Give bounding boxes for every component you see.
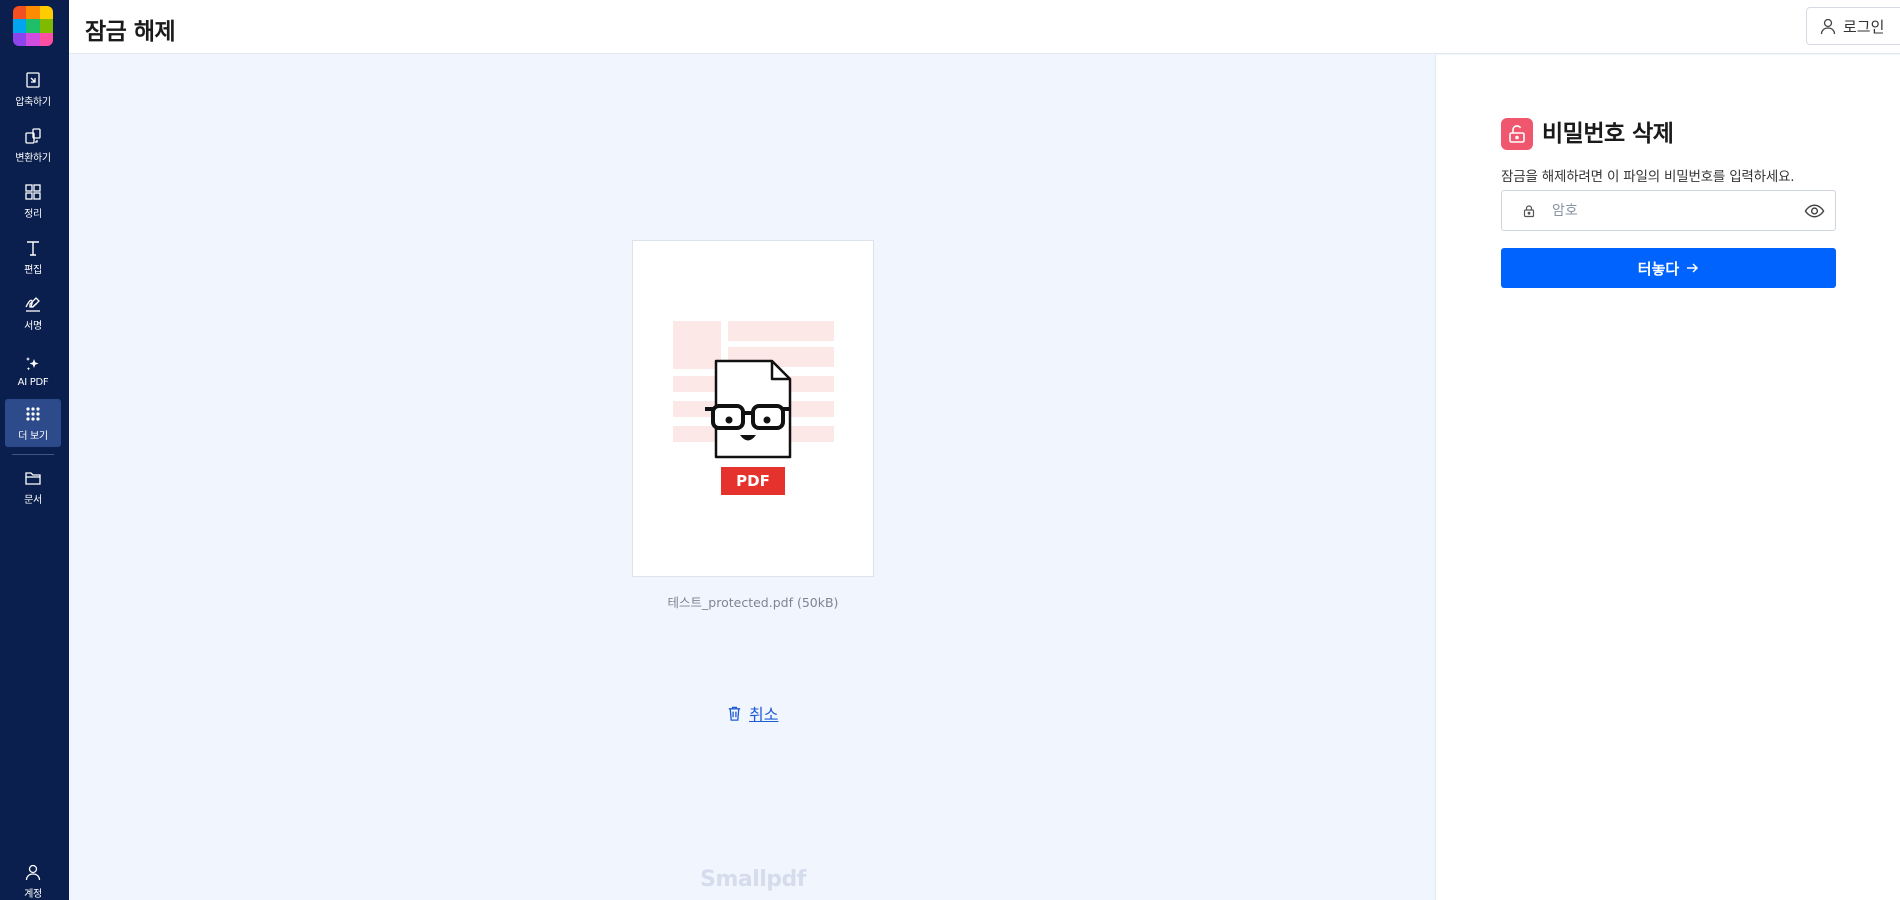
sidebar-item-organize[interactable]: 정리 (5, 177, 61, 225)
cancel-button[interactable]: 취소 (726, 701, 778, 725)
sidebar: 압축하기 변환하기 정리 편집 서명 AI PDF 더 보기 문서 계정 (0, 0, 69, 900)
login-button[interactable]: 로그인 (1806, 7, 1900, 45)
sidebar-item-label: AI PDF (17, 377, 49, 388)
sidebar-item-ai-pdf[interactable]: AI PDF (5, 345, 61, 393)
user-icon (1820, 18, 1836, 35)
signature-icon (25, 297, 40, 312)
brand-watermark: Smallpdf (700, 867, 806, 892)
pdf-file-illustration (673, 321, 834, 459)
compress-icon (26, 72, 40, 88)
unlock-panel: 비밀번호 삭제 잠금을 해제하려면 이 파일의 비밀번호를 입력하세요. 터놓다 (1435, 55, 1900, 900)
password-field (1501, 190, 1836, 231)
page-title: 잠금 해제 (85, 19, 176, 45)
sidebar-item-label: 정리 (24, 209, 42, 220)
sidebar-item-compress[interactable]: 압축하기 (5, 65, 61, 113)
file-preview-card: PDF (632, 240, 874, 577)
account-icon (25, 864, 41, 881)
file-workspace: PDF 테스트_protected.pdf (50kB) 취소 Smallpdf (69, 55, 1435, 900)
cancel-label: 취소 (749, 705, 779, 724)
sidebar-item-edit[interactable]: 편집 (5, 233, 61, 281)
text-edit-icon (27, 241, 39, 256)
login-label: 로그인 (1843, 17, 1885, 36)
sidebar-item-label: 계정 (24, 889, 42, 900)
sidebar-item-label: 더 보기 (18, 431, 48, 442)
top-header: 잠금 해제 로그인 (69, 0, 1900, 54)
convert-icon (25, 128, 41, 144)
app-logo[interactable] (13, 6, 53, 46)
arrow-right-icon (1687, 263, 1699, 273)
pdf-badge: PDF (721, 467, 785, 495)
unlock-submit-label: 터놓다 (1637, 259, 1680, 278)
lock-icon (1523, 205, 1535, 218)
sidebar-item-documents[interactable]: 문서 (5, 463, 61, 511)
file-name-label: 테스트_protected.pdf (50kB) (667, 595, 839, 610)
sidebar-item-label: 문서 (24, 495, 42, 506)
sidebar-item-label: 변환하기 (15, 153, 51, 164)
sidebar-item-label: 압축하기 (15, 97, 51, 108)
sidebar-divider (12, 454, 54, 455)
sidebar-item-convert[interactable]: 변환하기 (5, 121, 61, 169)
sidebar-item-label: 서명 (24, 321, 42, 332)
sidebar-item-sign[interactable]: 서명 (5, 289, 61, 337)
password-input[interactable] (1552, 197, 1792, 225)
trash-icon (728, 706, 741, 721)
sparkles-icon (26, 357, 39, 371)
sidebar-item-label: 편집 (24, 265, 42, 276)
panel-title: 비밀번호 삭제 (1542, 121, 1674, 147)
sidebar-item-more[interactable]: 더 보기 (5, 399, 61, 447)
unlock-submit-button[interactable]: 터놓다 (1501, 248, 1836, 288)
panel-description: 잠금을 해제하려면 이 파일의 비밀번호를 입력하세요. (1501, 169, 1795, 185)
more-apps-icon (26, 407, 40, 421)
folder-icon (25, 472, 41, 485)
unlock-icon (1501, 118, 1533, 150)
show-password-eye-icon[interactable] (1804, 202, 1825, 220)
sidebar-item-account[interactable]: 계정 (5, 857, 61, 900)
organize-grid-icon (25, 184, 41, 200)
